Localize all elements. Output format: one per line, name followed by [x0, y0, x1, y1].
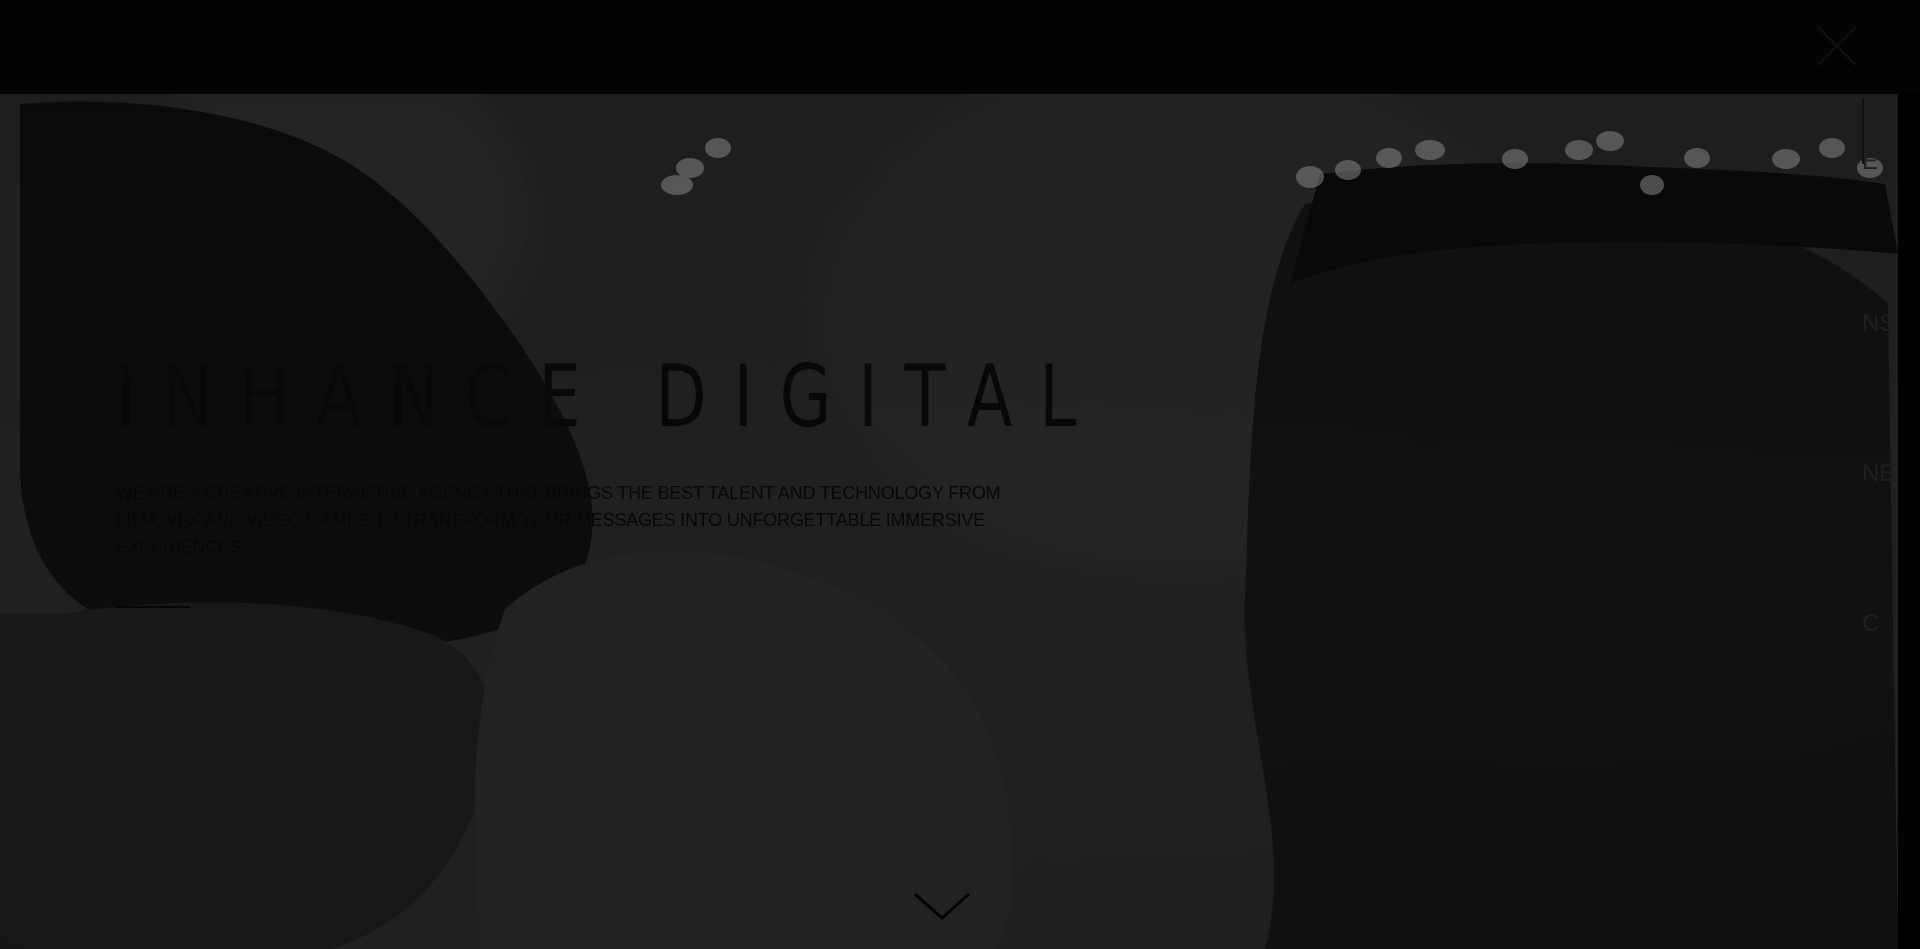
hero-content: INHANCE DIGITAL WE ARE A CREATIVE INTERA… [116, 338, 1104, 608]
side-menu: E NS NE C [1862, 94, 1898, 810]
side-menu-item[interactable]: NE [1862, 460, 1895, 488]
vertical-scrollbar[interactable] [1898, 94, 1920, 949]
website-page: INHANCE DIGITAL WE ARE A CREATIVE INTERA… [0, 0, 1920, 949]
chevron-down-icon [914, 892, 970, 921]
hero-title: INHANCE DIGITAL [116, 347, 1104, 447]
side-menu-item[interactable]: NS [1862, 310, 1895, 338]
side-menu-item[interactable]: E [1862, 148, 1878, 176]
hero-section: INHANCE DIGITAL WE ARE A CREATIVE INTERA… [0, 94, 1898, 949]
scroll-down-button[interactable] [912, 889, 972, 925]
close-icon [1817, 26, 1857, 66]
top-bar [0, 0, 1920, 94]
close-menu-button[interactable] [1815, 24, 1867, 76]
side-menu-item[interactable]: C [1862, 610, 1879, 638]
hero-divider [116, 606, 190, 608]
hero-description: WE ARE A CREATIVE INTERACTIVE AGENCY THA… [116, 483, 1001, 557]
